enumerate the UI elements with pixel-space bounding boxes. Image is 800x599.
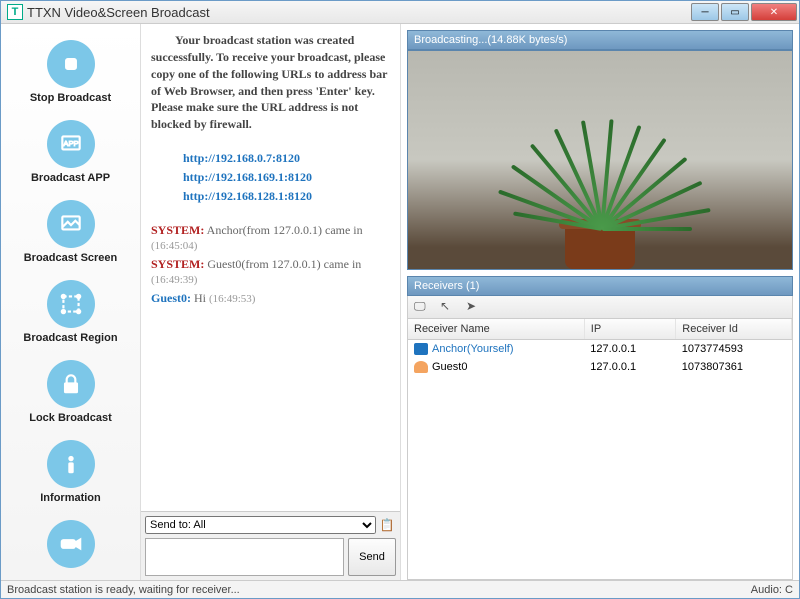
info-icon xyxy=(47,440,95,488)
log-prefix: SYSTEM: xyxy=(151,257,204,271)
sidebar-item-broadcast-app[interactable]: APP Broadcast APP xyxy=(11,116,131,192)
sidebar: Stop Broadcast APP Broadcast APP Broadca… xyxy=(1,24,141,580)
receivers-header: Receivers (1) xyxy=(407,276,793,296)
column-header[interactable]: IP xyxy=(584,319,675,340)
camera-icon xyxy=(47,520,95,568)
send-bar: Send to: All 📋 Send xyxy=(141,511,400,580)
app-icon: T xyxy=(7,4,23,20)
message-log: Your broadcast station was created succe… xyxy=(141,24,400,511)
screen-icon xyxy=(47,200,95,248)
send-button[interactable]: Send xyxy=(348,538,396,576)
log-entry: SYSTEM: Anchor(from 127.0.0.1) came in (… xyxy=(151,223,390,253)
sidebar-item-extra[interactable] xyxy=(11,516,131,580)
minimize-button[interactable]: ─ xyxy=(691,3,719,21)
log-timestamp: (16:49:53) xyxy=(209,293,255,305)
copy-icon[interactable]: 📋 xyxy=(378,516,396,534)
broadcast-status-header: Broadcasting...(14.88K bytes/s) xyxy=(407,30,793,50)
svg-text:APP: APP xyxy=(63,139,78,148)
log-entry: SYSTEM: Guest0(from 127.0.0.1) came in (… xyxy=(151,257,390,287)
message-input[interactable] xyxy=(145,538,344,576)
receiver-id: 1073774593 xyxy=(676,340,792,359)
url-list: http://192.168.0.7:8120 http://192.168.1… xyxy=(183,149,390,207)
table-row[interactable]: Guest0 127.0.0.1 1073807361 xyxy=(408,358,792,376)
app-window-icon: APP xyxy=(47,120,95,168)
sidebar-item-stop-broadcast[interactable]: Stop Broadcast xyxy=(11,36,131,112)
sidebar-item-broadcast-screen[interactable]: Broadcast Screen xyxy=(11,196,131,272)
maximize-button[interactable]: ▭ xyxy=(721,3,749,21)
sidebar-item-label: Information xyxy=(40,492,101,504)
log-prefix: Guest0: xyxy=(151,291,191,305)
region-icon xyxy=(47,280,95,328)
log-timestamp: (16:45:04) xyxy=(151,240,197,252)
broadcast-url[interactable]: http://192.168.128.1:8120 xyxy=(183,187,390,206)
status-bar: Broadcast station is ready, waiting for … xyxy=(1,580,799,598)
anchor-icon xyxy=(414,343,428,355)
sidebar-item-broadcast-region[interactable]: Broadcast Region xyxy=(11,276,131,352)
monitor-icon[interactable]: 🖵 xyxy=(414,299,430,315)
log-text: Hi xyxy=(191,291,209,305)
receiver-id: 1073807361 xyxy=(676,358,792,376)
status-left: Broadcast station is ready, waiting for … xyxy=(7,584,240,596)
app-window: T TTXN Video&Screen Broadcast ─ ▭ ✕ Stop… xyxy=(0,0,800,599)
log-entry: Guest0: Hi (16:49:53) xyxy=(151,291,390,306)
close-button[interactable]: ✕ xyxy=(751,3,797,21)
stop-icon xyxy=(47,40,95,88)
pointer-icon[interactable]: ➤ xyxy=(466,299,482,315)
sidebar-item-label: Broadcast Screen xyxy=(24,252,118,264)
broadcast-url[interactable]: http://192.168.0.7:8120 xyxy=(183,149,390,168)
table-row[interactable]: Anchor(Yourself) 127.0.0.1 1073774593 xyxy=(408,340,792,359)
receivers-toolbar: 🖵 ↖ ➤ xyxy=(407,296,793,319)
right-panel: Broadcasting...(14.88K bytes/s) xyxy=(401,24,799,580)
send-to-select[interactable]: Send to: All xyxy=(145,516,376,534)
log-text: Anchor(from 127.0.0.1) came in xyxy=(204,223,362,237)
sidebar-item-label: Broadcast Region xyxy=(23,332,117,344)
sidebar-item-label: Broadcast APP xyxy=(31,172,110,184)
receiver-name: Anchor(Yourself) xyxy=(432,343,514,355)
cursor-icon[interactable]: ↖ xyxy=(440,299,456,315)
sidebar-item-label: Stop Broadcast xyxy=(30,92,111,104)
message-panel: Your broadcast station was created succe… xyxy=(141,24,401,580)
log-prefix: SYSTEM: xyxy=(151,223,204,237)
sidebar-item-label: Lock Broadcast xyxy=(29,412,112,424)
sidebar-item-information[interactable]: Information xyxy=(11,436,131,512)
broadcast-url[interactable]: http://192.168.169.1:8120 xyxy=(183,168,390,187)
receiver-ip: 127.0.0.1 xyxy=(584,358,675,376)
sidebar-item-lock-broadcast[interactable]: Lock Broadcast xyxy=(11,356,131,432)
receiver-ip: 127.0.0.1 xyxy=(584,340,675,359)
log-timestamp: (16:49:39) xyxy=(151,274,197,286)
column-header[interactable]: Receiver Id xyxy=(676,319,792,340)
status-right: Audio: C xyxy=(751,584,793,596)
receivers-table: Receiver Name IP Receiver Id Anchor(Your… xyxy=(407,319,793,580)
intro-text: Your broadcast station was created succe… xyxy=(151,32,390,133)
video-preview xyxy=(407,50,793,270)
guest-icon xyxy=(414,361,428,373)
window-title: TTXN Video&Screen Broadcast xyxy=(27,5,691,20)
titlebar[interactable]: T TTXN Video&Screen Broadcast ─ ▭ ✕ xyxy=(1,1,799,24)
lock-icon xyxy=(47,360,95,408)
log-text: Guest0(from 127.0.0.1) came in xyxy=(204,257,361,271)
column-header[interactable]: Receiver Name xyxy=(408,319,584,340)
receiver-name: Guest0 xyxy=(432,361,467,373)
